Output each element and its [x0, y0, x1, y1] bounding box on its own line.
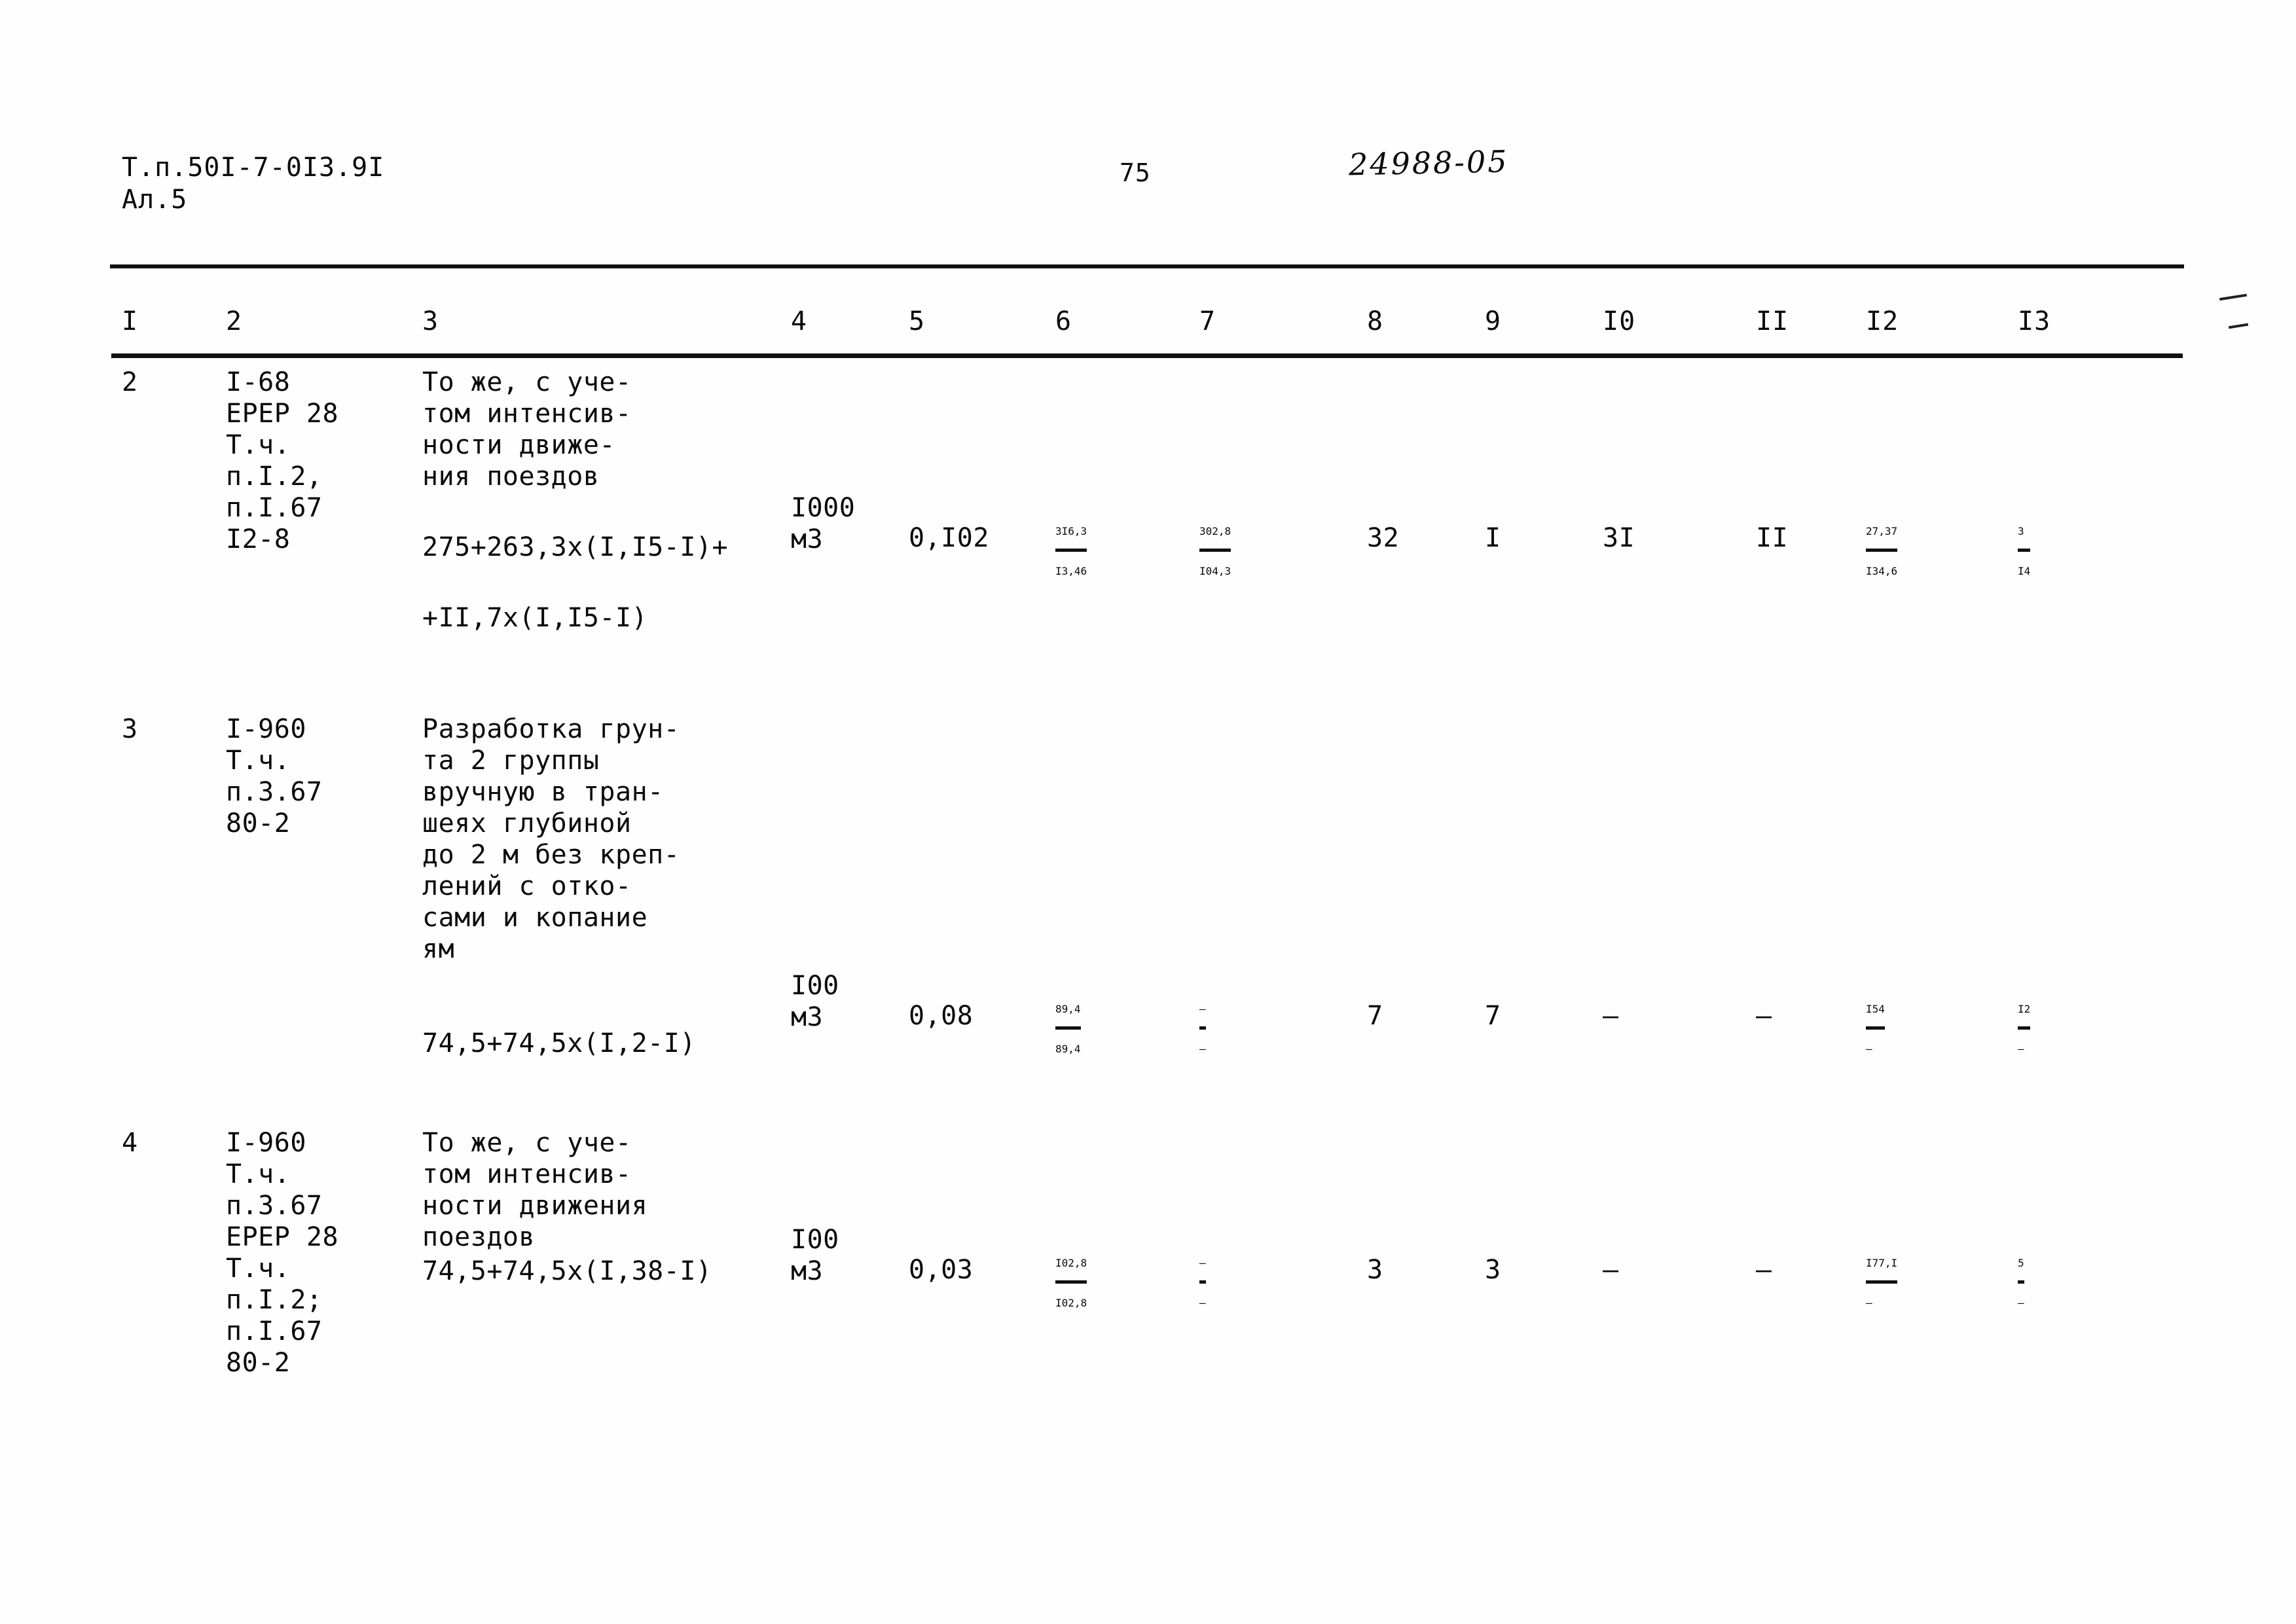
- row-number: 2: [122, 367, 138, 397]
- row-col11-value: II: [1756, 523, 1789, 553]
- row-formula-line-1: 74,5+74,5х(I,2-I): [422, 1028, 696, 1058]
- row-col12-numerator: I77,I: [1866, 1249, 1898, 1284]
- row-col12-numerator: 27,37: [1866, 517, 1898, 552]
- row-col6-fraction: 89,4 89,4: [1055, 995, 1081, 1064]
- row-col7-denominator: I04,3: [1199, 565, 1231, 577]
- row-col13-denominator: —: [2018, 1043, 2024, 1055]
- row-formula-line-1: 275+263,3х(I,I5-I)+: [422, 532, 729, 562]
- table-header-rule: [111, 353, 2183, 358]
- row-col8-value: 3: [1367, 1255, 1383, 1285]
- column-header-9: 9: [1485, 306, 1502, 336]
- document-code-block: Т.п.50I-7-0I3.9I Ал.5: [122, 152, 384, 216]
- row-col9-value: 3: [1485, 1255, 1501, 1285]
- row-col11-value: —: [1756, 1001, 1772, 1031]
- row-col5-value: 0,I02: [909, 523, 989, 553]
- row-col8-value: 7: [1367, 1001, 1383, 1031]
- column-header-13: I3: [2018, 306, 2051, 336]
- row-col12-numerator: I54: [1866, 995, 1885, 1030]
- column-header-4: 4: [791, 306, 808, 336]
- row-col13-fraction: 3 I4: [2018, 517, 2031, 586]
- row-unit: I00 м3: [791, 971, 839, 1032]
- row-col8-value: 32: [1367, 523, 1400, 553]
- row-formula-line-2: +II,7х(I,I5-I): [422, 603, 648, 633]
- row-col6-numerator: I02,8: [1055, 1249, 1087, 1284]
- row-col7-fraction: 302,8 I04,3: [1199, 517, 1231, 586]
- column-header-12: I2: [1866, 306, 1899, 336]
- table-top-rule: [110, 264, 2184, 268]
- column-header-8: 8: [1367, 306, 1384, 336]
- row-col12-fraction: I54 —: [1866, 995, 1885, 1064]
- row-col13-denominator: I4: [2018, 565, 2031, 577]
- row-col12-fraction: 27,37 I34,6: [1866, 517, 1898, 586]
- column-header-10: I0: [1603, 306, 1636, 336]
- row-col7-fraction: — —: [1199, 1249, 1206, 1318]
- row-col7-denominator: —: [1199, 1297, 1206, 1309]
- row-col7-numerator: —: [1199, 995, 1206, 1030]
- row-col6-denominator: 89,4: [1055, 1043, 1081, 1055]
- row-col7-denominator: —: [1199, 1043, 1206, 1055]
- row-col10-value: —: [1603, 1001, 1619, 1031]
- row-unit: I000 м3: [791, 493, 856, 554]
- row-col12-denominator: —: [1866, 1297, 1872, 1309]
- row-col9-value: 7: [1485, 1001, 1501, 1031]
- column-header-1: I: [122, 306, 139, 336]
- column-header-11: II: [1756, 306, 1789, 336]
- row-col12-denominator: —: [1866, 1043, 1872, 1055]
- column-header-5: 5: [909, 306, 926, 336]
- row-code-refs: I-960 Т.ч. п.3.67 ЕРЕР 28 Т.ч. п.I.2; п.…: [226, 1128, 339, 1378]
- row-col12-fraction: I77,I —: [1866, 1249, 1898, 1318]
- row-col13-numerator: 3: [2018, 517, 2031, 552]
- row-col13-fraction: 5 —: [2018, 1249, 2024, 1318]
- row-col6-denominator: I3,46: [1055, 565, 1087, 577]
- row-col13-numerator: I2: [2018, 995, 2031, 1030]
- row-formula-line-1: 74,5+74,5х(I,38-I): [422, 1256, 712, 1286]
- row-col6-fraction: 3I6,3 I3,46: [1055, 517, 1087, 586]
- row-col10-value: 3I: [1603, 523, 1635, 553]
- row-description: То же, с уче- том интенсив- ности движе-…: [422, 367, 632, 492]
- row-col9-value: I: [1485, 523, 1501, 553]
- row-col5-value: 0,03: [909, 1255, 974, 1285]
- row-col7-numerator: 302,8: [1199, 517, 1231, 552]
- row-col13-numerator: 5: [2018, 1249, 2024, 1284]
- row-col6-numerator: 3I6,3: [1055, 517, 1087, 552]
- row-unit: I00 м3: [791, 1225, 839, 1286]
- column-header-3: 3: [422, 306, 439, 336]
- row-col10-value: —: [1603, 1255, 1619, 1285]
- document-code-line-1: Т.п.50I-7-0I3.9I: [122, 153, 385, 183]
- scanned-document-page: Т.п.50I-7-0I3.9I Ал.5 75 24988-05 I 2 3 …: [0, 0, 2296, 1624]
- archive-stamp-number: 24988-05: [1348, 143, 1509, 183]
- row-col11-value: —: [1756, 1255, 1772, 1285]
- margin-tick-lower: [2228, 323, 2249, 329]
- document-code-line-2: Ал.5: [122, 184, 188, 215]
- margin-tick-upper: [2219, 293, 2248, 301]
- row-col12-denominator: I34,6: [1866, 565, 1898, 577]
- row-col6-fraction: I02,8 I02,8: [1055, 1249, 1087, 1318]
- column-header-7: 7: [1199, 306, 1216, 336]
- column-header-2: 2: [226, 306, 243, 336]
- column-header-6: 6: [1055, 306, 1072, 336]
- row-description: То же, с уче- том интенсив- ности движен…: [422, 1128, 648, 1252]
- row-number: 4: [122, 1128, 138, 1158]
- row-col6-numerator: 89,4: [1055, 995, 1081, 1030]
- row-col13-fraction: I2 —: [2018, 995, 2031, 1064]
- row-number: 3: [122, 714, 138, 744]
- row-col6-denominator: I02,8: [1055, 1297, 1087, 1309]
- row-col7-fraction: — —: [1199, 995, 1206, 1064]
- row-col7-numerator: —: [1199, 1249, 1206, 1284]
- row-code-refs: I-960 Т.ч. п.3.67 80-2: [226, 714, 323, 839]
- row-code-refs: I-68 ЕРЕР 28 Т.ч. п.I.2, п.I.67 I2-8: [226, 367, 339, 554]
- row-col13-denominator: —: [2018, 1297, 2024, 1309]
- row-description: Разработка грун- та 2 группы вручную в т…: [422, 714, 680, 964]
- row-col5-value: 0,08: [909, 1001, 974, 1031]
- page-number: 75: [1120, 158, 1151, 187]
